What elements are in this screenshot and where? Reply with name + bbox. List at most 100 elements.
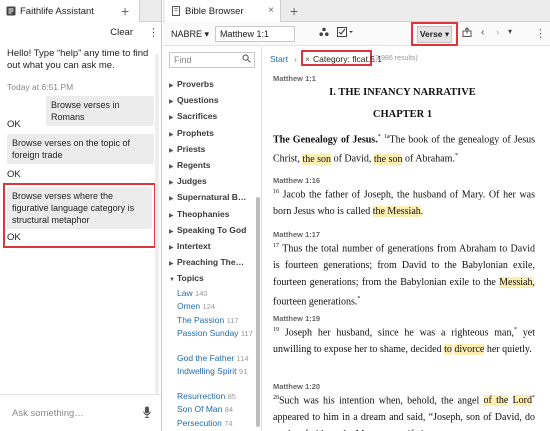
filter-item-label: Topics bbox=[177, 273, 204, 284]
search-hit: of the bbox=[483, 395, 509, 407]
close-tab-icon[interactable]: × bbox=[268, 5, 274, 16]
filter-item-label: Theophanies bbox=[177, 208, 230, 219]
reference-input[interactable]: Matthew 1:1 bbox=[215, 26, 295, 42]
remove-category-icon[interactable]: × bbox=[305, 54, 310, 64]
more-options-icon[interactable]: ⋮ bbox=[148, 28, 159, 39]
verse-segment: of David, bbox=[331, 153, 374, 165]
filter-search-input[interactable]: Find bbox=[169, 52, 255, 68]
resource-links-icon[interactable] bbox=[319, 27, 329, 40]
forward-icon[interactable]: › bbox=[496, 27, 499, 38]
filter-item-label: Prophets bbox=[177, 127, 214, 138]
topic-count: 117 bbox=[240, 329, 253, 339]
topic-item[interactable]: The Passion 117 bbox=[177, 315, 253, 326]
topic-label: Law bbox=[177, 287, 193, 298]
topic-item[interactable]: Son Of Man 84 bbox=[177, 404, 253, 415]
search-hit: the son bbox=[302, 153, 332, 165]
chevron-right-icon: ▶ bbox=[169, 83, 174, 89]
chevron-right-icon: ▶ bbox=[169, 164, 174, 170]
tab-bible-browser[interactable]: Bible Browser × bbox=[165, 0, 281, 22]
tab-title: Faithlife Assistant bbox=[20, 5, 94, 17]
filter-item[interactable]: ▶ Supernatural B… bbox=[169, 192, 246, 202]
topic-count: 91 bbox=[238, 367, 248, 377]
filter-item[interactable]: ▶ Questions bbox=[169, 95, 219, 105]
topic-count: 84 bbox=[224, 405, 234, 415]
user-message: Browse verses on the topic of foreign tr… bbox=[7, 134, 154, 164]
topic-count: 74 bbox=[224, 418, 233, 428]
clear-button[interactable]: Clear bbox=[110, 27, 133, 38]
topic-count: 140 bbox=[194, 288, 208, 298]
result-count: (3,986 results) bbox=[373, 55, 418, 62]
filter-item[interactable]: ▶ Prophets bbox=[169, 128, 214, 138]
verse-segment: of Abraham. bbox=[402, 153, 455, 165]
bible-browser-panel: Bible Browser × + NABRE ▾ Matthew 1:1 Ve… bbox=[163, 0, 550, 431]
filter-item[interactable]: ▼ Topics bbox=[169, 273, 204, 283]
tab-faithlife-assistant[interactable]: Faithlife Assistant bbox=[0, 0, 140, 22]
verse-text: 16 Jacob the father of Joseph, the husba… bbox=[273, 184, 535, 220]
filter-item-label: Sacrifices bbox=[177, 111, 218, 122]
topic-item[interactable]: Indwelling Spirit 91 bbox=[177, 366, 253, 377]
filter-item-label: Proverbs bbox=[177, 79, 214, 89]
breadcrumb-start[interactable]: Start bbox=[270, 54, 288, 64]
filter-item[interactable]: ▶ Judges bbox=[169, 176, 207, 186]
verse-text: The Genealogy of Jesus.* 1aThe book of t… bbox=[273, 134, 535, 165]
topic-label: Son Of Man bbox=[177, 404, 223, 415]
filter-item[interactable]: ▶ Proverbs bbox=[169, 79, 214, 89]
chevron-right-icon: ▶ bbox=[169, 115, 174, 122]
topic-item[interactable]: Resurrection 85 bbox=[177, 391, 253, 402]
chapter-heading: CHAPTER 1 bbox=[372, 109, 433, 120]
filter-item[interactable]: ▶ Speaking To God bbox=[169, 225, 246, 235]
topic-item[interactable]: Passion Sunday 117 bbox=[177, 328, 253, 339]
microphone-icon[interactable] bbox=[143, 406, 151, 420]
verse-button[interactable]: Verse ▾ bbox=[417, 26, 452, 43]
breadcrumb-separator: › bbox=[294, 54, 297, 64]
chevron-right-icon: ▶ bbox=[169, 180, 174, 187]
filter-item[interactable]: ▶ Intertext bbox=[169, 241, 211, 251]
chat-scrollbar-track[interactable] bbox=[155, 54, 159, 394]
assistant-tabbar: Faithlife Assistant + bbox=[0, 0, 161, 22]
topic-item[interactable]: Law 140 bbox=[177, 288, 253, 299]
browser-tabbar: Bible Browser × + bbox=[163, 0, 550, 22]
share-icon[interactable] bbox=[462, 27, 472, 40]
assistant-logo-icon bbox=[6, 6, 16, 16]
filter-item[interactable]: ▶ Theophanies bbox=[169, 209, 229, 219]
checkbox-filter-icon[interactable] bbox=[337, 27, 353, 40]
topic-item[interactable]: Omen 124 bbox=[177, 301, 253, 312]
topic-label: God the Father bbox=[177, 352, 235, 363]
ask-input[interactable]: Ask something… bbox=[0, 394, 161, 431]
reading-pane: Start › × Category: flcat.5.1 (3,986 res… bbox=[263, 47, 550, 431]
filter-item[interactable]: ▶ Preaching The… bbox=[169, 257, 244, 267]
version-selector[interactable]: NABRE ▾ bbox=[171, 29, 209, 40]
topic-label: Persecution bbox=[177, 417, 222, 428]
filter-item-label: Priests bbox=[177, 143, 206, 154]
filter-search-placeholder: Find bbox=[174, 55, 192, 65]
chevron-right-icon: ▶ bbox=[169, 131, 174, 138]
search-hit: the Messiah bbox=[372, 206, 421, 218]
add-tab-button[interactable]: + bbox=[121, 2, 129, 20]
verse-segment: Thus the total number of generations fro… bbox=[273, 243, 535, 289]
assistant-reply: OK bbox=[7, 169, 21, 180]
filter-scrollbar[interactable] bbox=[256, 197, 260, 427]
add-tab-button[interactable]: + bbox=[290, 2, 298, 20]
history-dropdown-icon[interactable]: ▾ bbox=[508, 27, 512, 36]
back-icon[interactable]: ‹ bbox=[481, 27, 484, 38]
topic-item[interactable]: Persecution 74 bbox=[177, 418, 253, 429]
assistant-reply: OK bbox=[7, 232, 21, 243]
search-hit: to bbox=[444, 344, 452, 356]
topic-label: The Passion bbox=[177, 314, 225, 325]
chat-timestamp: Today at 6:51 PM bbox=[7, 82, 74, 92]
verse-segment: appeared to him in a dream and said, “Jo… bbox=[273, 412, 535, 431]
filter-item[interactable]: ▶ Sacrifices bbox=[169, 111, 217, 121]
more-options-icon[interactable]: ⋮ bbox=[535, 29, 546, 40]
topic-label: Passion Sunday bbox=[177, 328, 239, 339]
filter-item-label: Regents bbox=[177, 160, 211, 170]
topic-item[interactable]: God the Father 114 bbox=[177, 353, 253, 364]
filter-item[interactable]: ▶ Priests bbox=[169, 144, 205, 154]
pericope-heading: The Genealogy of Jesus. bbox=[273, 134, 378, 146]
search-hit: Messiah bbox=[499, 277, 533, 289]
verse-reference[interactable]: Matthew 1:1 bbox=[273, 74, 316, 83]
topic-label: Omen bbox=[177, 301, 201, 312]
filter-item[interactable]: ▶ Regents bbox=[169, 160, 211, 170]
version-label: NABRE bbox=[171, 29, 203, 39]
chat-history: Hello! Type “help” any time to find out … bbox=[0, 44, 161, 394]
chevron-down-icon: ▾ bbox=[204, 29, 210, 39]
